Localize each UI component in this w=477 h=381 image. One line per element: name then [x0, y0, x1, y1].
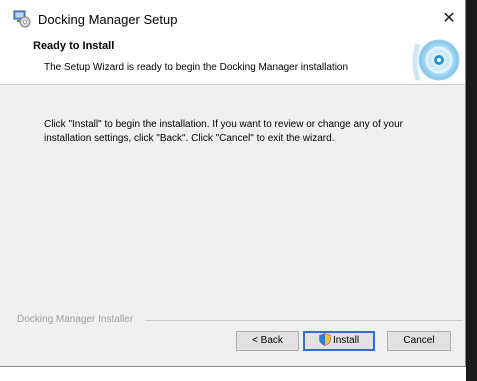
installer-icon — [13, 10, 31, 28]
page-subtitle: The Setup Wizard is ready to begin the D… — [44, 62, 349, 73]
page-title: Ready to Install — [33, 40, 115, 52]
background-strip — [466, 0, 477, 381]
instructions-line-2: installation settings, click "Back". Cli… — [44, 133, 335, 144]
install-button-label: Install — [332, 335, 360, 346]
background-bottom — [0, 367, 466, 381]
back-button[interactable]: < Back — [236, 331, 299, 351]
wizard-header: Ready to Install The Setup Wizard is rea… — [0, 36, 465, 85]
title-bar[interactable]: Docking Manager Setup ✕ — [0, 0, 465, 36]
window-title: Docking Manager Setup — [38, 12, 178, 27]
uac-shield-icon — [319, 333, 331, 346]
setup-dialog: Docking Manager Setup ✕ Ready to Install… — [0, 0, 466, 367]
installer-label: Docking Manager Installer — [17, 314, 134, 325]
cd-disc-icon — [412, 39, 460, 81]
instructions-line-1: Click "Install" to begin the installatio… — [44, 119, 403, 130]
footer-divider — [145, 320, 463, 321]
cancel-button-label: Cancel — [403, 335, 435, 346]
cancel-button[interactable]: Cancel — [387, 331, 451, 351]
close-icon: ✕ — [442, 10, 456, 27]
back-button-label: < Back — [252, 335, 283, 346]
instructions-text: Click "Install" to begin the installatio… — [44, 118, 454, 146]
install-button[interactable]: Install — [303, 331, 375, 351]
close-button[interactable]: ✕ — [435, 6, 463, 32]
